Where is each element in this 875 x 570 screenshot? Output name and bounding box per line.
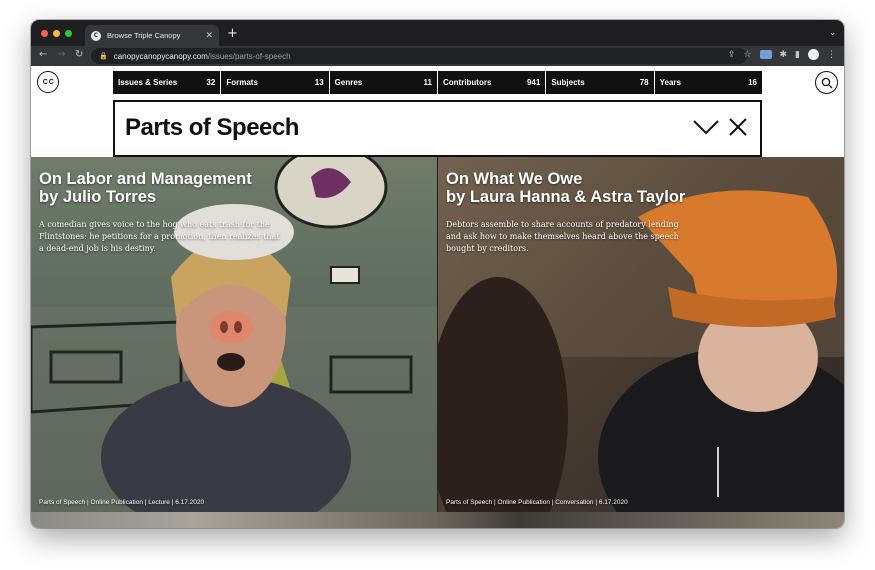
card-description: Debtors assemble to share accounts of pr…: [446, 220, 679, 254]
card-title-line: On What We Owe: [446, 170, 583, 188]
browser-tab[interactable]: C Browse Triple Canopy ✕: [85, 25, 219, 46]
article-card[interactable]: On What We Owe by Laura Hanna & Astra Ta…: [437, 157, 844, 512]
tab-search-icon[interactable]: ⌄: [829, 28, 836, 37]
reload-icon[interactable]: ↻: [75, 49, 83, 60]
tab-strip: C Browse Triple Canopy ✕ + ⌄: [31, 20, 844, 46]
card-title[interactable]: On Labor and Management by Julio Torres: [39, 170, 399, 206]
page-content: C C Issues & Series 32 Formats 13 Genres…: [31, 66, 844, 528]
search-button[interactable]: [815, 71, 838, 94]
card-image: [438, 157, 844, 512]
back-arrow-icon[interactable]: ←: [39, 49, 47, 60]
chevron-down-icon[interactable]: [693, 119, 719, 135]
nav-label: Formats: [226, 78, 258, 87]
minimize-window-button[interactable]: [53, 30, 60, 37]
nav-label: Contributors: [442, 78, 492, 87]
tab-close-icon[interactable]: ✕: [205, 31, 213, 41]
close-window-button[interactable]: [41, 30, 48, 37]
url-host: canopycanopycanopy.com: [113, 51, 208, 61]
card-image: [31, 157, 437, 512]
card-author-line: by Julio Torres: [39, 188, 157, 206]
nav-label: Genres: [334, 78, 363, 87]
lock-icon: 🔒: [99, 52, 108, 60]
toolbar-icons: ⇪ ☆ ✱ ▮ ⋮: [728, 49, 836, 60]
browser-window: C Browse Triple Canopy ✕ + ⌄ ← → ↻ 🔒 can…: [31, 20, 844, 528]
nav-item-issues-series[interactable]: Issues & Series 32: [113, 71, 222, 94]
nav-count: 16: [748, 78, 757, 87]
issue-title-box: Parts of Speech: [113, 100, 762, 157]
nav-item-years[interactable]: Years 16: [655, 71, 762, 94]
article-card[interactable]: On Labor and Management by Julio Torres …: [31, 157, 437, 512]
puzzle-extensions-icon[interactable]: ✱: [780, 50, 788, 60]
new-tab-button[interactable]: +: [227, 26, 238, 41]
extension-image-icon[interactable]: [759, 50, 772, 59]
tab-title: Browse Triple Canopy: [107, 31, 181, 40]
nav-count: 11: [423, 78, 432, 87]
nav-item-formats[interactable]: Formats 13: [221, 71, 330, 94]
card-meta: Parts of Speech | Online Publication | L…: [39, 499, 205, 506]
nav-item-genres[interactable]: Genres 11: [330, 71, 438, 94]
card-title-line: On Labor and Management: [39, 170, 252, 188]
browser-toolbar: ← → ↻ 🔒 canopycanopycanopy.com/issues/pa…: [31, 46, 844, 66]
nav-item-contributors[interactable]: Contributors 941: [438, 71, 547, 94]
nav-count: 32: [206, 78, 216, 87]
nav-count: 78: [639, 78, 649, 87]
url-path: /issues/parts-of-speech: [207, 51, 291, 61]
profile-avatar[interactable]: [808, 49, 819, 60]
page-title: Parts of Speech: [125, 114, 299, 141]
bookmark-star-icon[interactable]: ☆: [743, 50, 751, 60]
sidepanel-icon[interactable]: ▮: [795, 50, 800, 60]
nav-label: Subjects: [551, 78, 585, 87]
card-title[interactable]: On What We Owe by Laura Hanna & Astra Ta…: [446, 170, 806, 206]
next-row-preview: [31, 512, 844, 528]
card-grid: On Labor and Management by Julio Torres …: [31, 157, 844, 528]
card-meta: Parts of Speech | Online Publication | C…: [446, 499, 628, 506]
nav-label: Years: [659, 78, 681, 87]
forward-arrow-icon[interactable]: →: [57, 49, 65, 60]
maximize-window-button[interactable]: [65, 30, 72, 37]
category-nav: Issues & Series 32 Formats 13 Genres 11 …: [113, 71, 762, 94]
nav-item-subjects[interactable]: Subjects 78: [546, 71, 655, 94]
share-icon[interactable]: ⇪: [728, 50, 736, 60]
card-description: A comedian gives voice to the hog who ea…: [39, 220, 280, 254]
search-icon: [821, 77, 832, 88]
nav-label: Issues & Series: [118, 78, 178, 87]
nav-count: 941: [526, 78, 541, 87]
close-icon[interactable]: [729, 118, 747, 136]
favicon-icon: C: [91, 30, 101, 41]
card-author-line: by Laura Hanna & Astra Taylor: [446, 188, 686, 206]
site-logo[interactable]: C C: [37, 71, 59, 93]
nav-count: 13: [314, 78, 324, 87]
address-bar[interactable]: 🔒 canopycanopycanopy.com/issues/parts-of…: [91, 48, 747, 64]
kebab-menu-icon[interactable]: ⋮: [827, 50, 836, 60]
